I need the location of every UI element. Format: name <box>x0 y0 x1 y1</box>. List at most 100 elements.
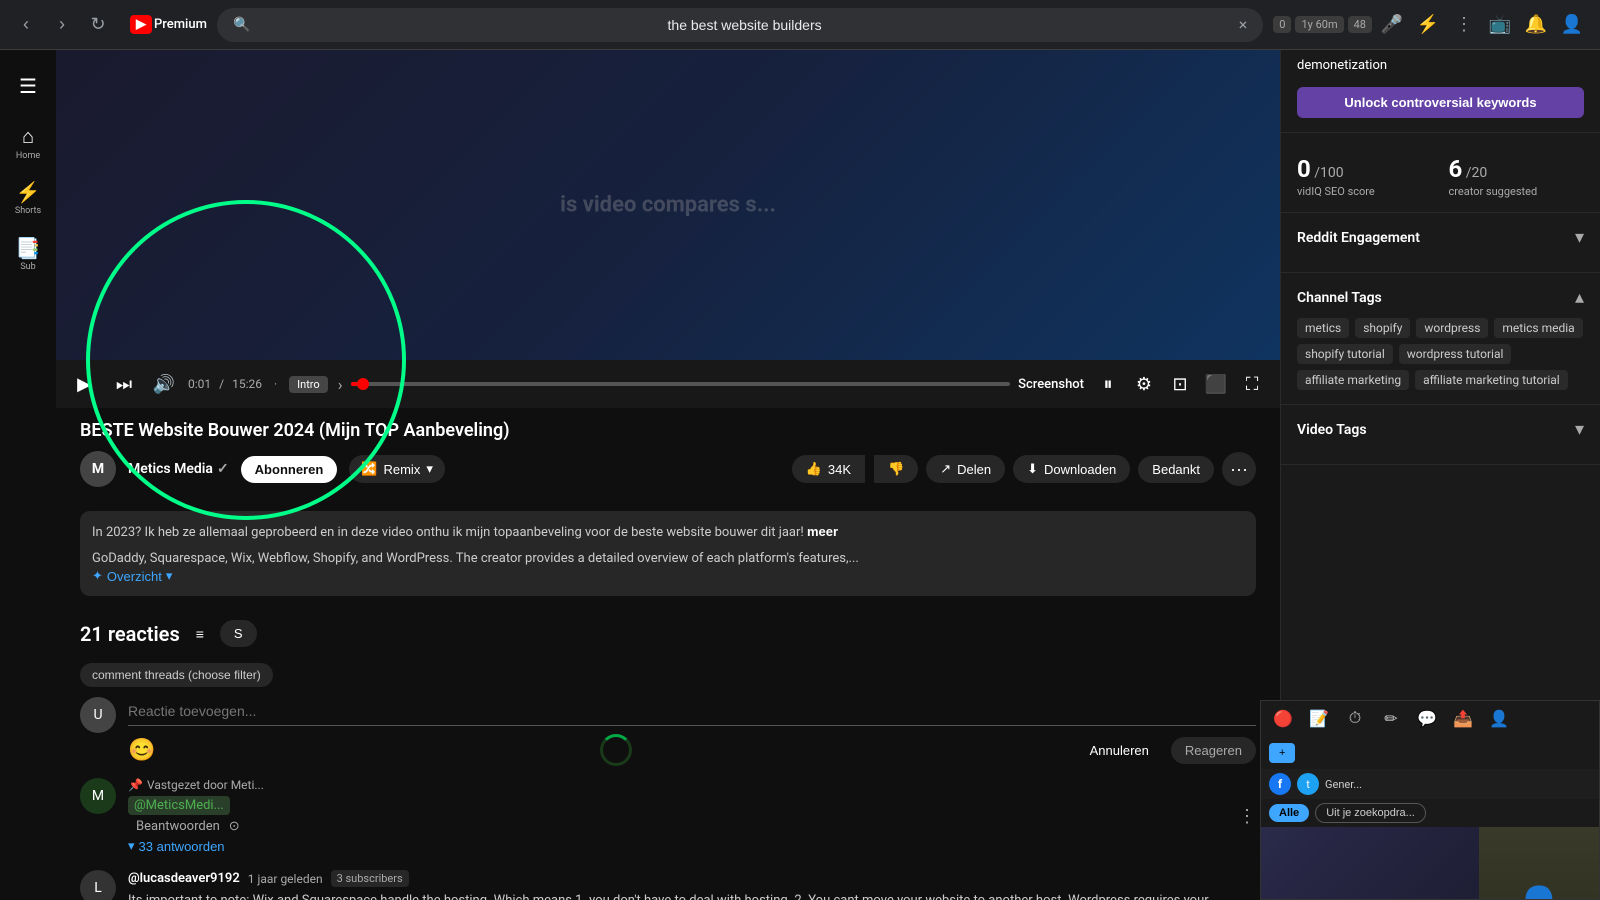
sidebar-item-home[interactable]: ⌂ Home <box>4 118 52 166</box>
filter-button[interactable]: S <box>220 620 257 647</box>
sort-button[interactable]: ≡ <box>196 626 204 642</box>
filter-threads-button[interactable]: comment threads (choose filter) <box>80 663 273 687</box>
video-player[interactable]: is video compares s... <box>56 50 1280 360</box>
action-buttons: 👍 34K 👎 ↗ Delen ⬇ Downloaden <box>792 452 1256 486</box>
unlock-keywords-button[interactable]: Unlock controversial keywords <box>1297 87 1584 118</box>
sidebar-item-menu[interactable]: ☰ <box>4 62 52 110</box>
dislike-icon: 👎 <box>888 461 904 477</box>
preview-share-btn[interactable]: 📤 <box>1449 705 1477 733</box>
theater-btn[interactable]: ⬛ <box>1200 368 1232 400</box>
channel-tags-title: Channel Tags <box>1297 290 1382 306</box>
intro-arrow: › <box>338 375 343 394</box>
video-tags-title: Video Tags <box>1297 422 1367 438</box>
comment-1: L @lucasdeaver9192 1 jaar geleden 3 subs… <box>80 870 1256 900</box>
tag-shopify-tutorial[interactable]: shopify tutorial <box>1297 344 1393 364</box>
preview-comment-btn[interactable]: 💬 <box>1413 705 1441 733</box>
like-icon: 👍 <box>806 461 822 477</box>
progress-bar[interactable] <box>351 382 1011 386</box>
video-tags-collapse-button[interactable]: ▾ <box>1575 419 1584 440</box>
comments-header: 21 reacties ≡ S <box>80 620 1256 647</box>
menu-button[interactable]: ⋮ <box>1448 9 1480 41</box>
tag-metics[interactable]: metics <box>1297 318 1349 338</box>
filter-search-button[interactable]: Uit je zoekopdra... <box>1315 803 1426 823</box>
next-button[interactable]: ⏭ <box>108 368 140 400</box>
reddit-collapse-button[interactable]: ▾ <box>1575 227 1584 248</box>
profile-button[interactable]: 👤 <box>1556 9 1588 41</box>
reload-button[interactable]: ↻ <box>84 11 112 39</box>
preview-edit-btn[interactable]: ✏ <box>1377 705 1405 733</box>
yt-icon: ▶ <box>130 15 152 34</box>
creator-score-item: 6 /20 creator suggested <box>1449 155 1585 198</box>
clear-search-button[interactable]: × <box>1239 15 1248 34</box>
video-player-wrapper: is video compares s... ▶ ⏭ 🔊 0:01 / 15:2… <box>56 50 1280 408</box>
comment-text-1: Its important to note: Wix and Squarespa… <box>128 891 1226 900</box>
social-bar: f t Gener... <box>1261 769 1599 799</box>
tag-shopify[interactable]: shopify <box>1355 318 1410 338</box>
tag-affiliate-marketing[interactable]: affiliate marketing <box>1297 370 1409 390</box>
description-summary: GoDaddy, Squarespace, Wix, Webflow, Shop… <box>92 549 1244 585</box>
comment-more-1[interactable]: ⋮ <box>1238 870 1256 900</box>
shorts-label: Shorts <box>15 206 41 216</box>
video-info: BESTE Website Bouwer 2024 (Mijn TOP Aanb… <box>56 408 1280 499</box>
mic-button[interactable]: 🎤 <box>1376 9 1408 41</box>
channel-name: Metics Media ✓ <box>128 461 229 477</box>
dislike-button[interactable]: 👎 <box>874 455 918 483</box>
vidiq-score-item: 0 /100 vidIQ SEO score <box>1297 155 1433 198</box>
beantwoorden-label-0: Beantwoorden <box>136 819 220 834</box>
score-row: 0 /100 vidIQ SEO score 6 /20 creator sug… <box>1297 155 1584 198</box>
preview-text-btn[interactable]: 📝 <box>1305 705 1333 733</box>
comment-input-row: U 😊 Annuleren Reageren <box>80 697 1256 766</box>
channel-tags-collapse-button[interactable]: ▴ <box>1575 287 1584 308</box>
share-button[interactable]: ↗ Delen <box>926 455 1005 483</box>
meer-button[interactable]: meer <box>807 524 838 539</box>
forward-button[interactable]: › <box>48 11 76 39</box>
tag-affiliate-marketing-tutorial[interactable]: affiliate marketing tutorial <box>1415 370 1568 390</box>
progress-thumb <box>357 378 369 390</box>
extensions-button[interactable]: ⚡ <box>1412 9 1444 41</box>
download-button[interactable]: ⬇ Downloaden <box>1013 455 1130 483</box>
comment-input-wrapper: 😊 Annuleren Reageren <box>128 697 1256 766</box>
preview-clock-btn[interactable]: ⏱ <box>1341 705 1369 733</box>
person-icon: 👤 <box>1514 884 1564 900</box>
play-button[interactable]: ▶ <box>68 368 100 400</box>
notifications-button[interactable]: 🔔 <box>1520 9 1552 41</box>
tag-metics-media[interactable]: metics media <box>1494 318 1582 338</box>
cast-button[interactable]: 📺 <box>1484 9 1516 41</box>
remix-button[interactable]: 🔀 Remix ▾ <box>349 455 445 483</box>
chevron-down-icon: ▾ <box>166 568 173 584</box>
reddit-header: Reddit Engagement ▾ <box>1297 227 1584 248</box>
volume-button[interactable]: 🔊 <box>148 368 180 400</box>
preview-profile-btn[interactable]: 👤 <box>1485 705 1513 733</box>
generate-button[interactable]: + <box>1269 743 1295 763</box>
metics-mention: @MeticsMedi... <box>128 796 230 815</box>
preview-record-btn[interactable]: 🔴 <box>1269 705 1297 733</box>
subscribe-button[interactable]: Abonneren <box>241 456 338 483</box>
time-total: 15:26 <box>232 377 262 391</box>
sidebar-item-shorts[interactable]: ⚡ Shorts <box>4 174 52 222</box>
settings-video-btn[interactable]: ⚙ <box>1128 368 1160 400</box>
annuleren-button[interactable]: Annuleren <box>1076 737 1163 764</box>
reageren-button[interactable]: Reageren <box>1171 737 1256 764</box>
more-options-button[interactable]: ··· <box>1222 452 1256 486</box>
comment-author-1: @lucasdeaver9192 <box>128 871 240 886</box>
like-button[interactable]: 👍 34K <box>792 455 865 483</box>
overzicht-button[interactable]: ✦ Overzicht ▾ <box>92 568 172 584</box>
pause-indicator[interactable]: ⏸ <box>1092 368 1124 400</box>
comment-input[interactable] <box>128 697 1256 726</box>
comment-more-0[interactable]: ⋮ <box>1238 778 1256 854</box>
address-bar[interactable]: 🔍 × <box>217 8 1263 42</box>
show-replies-0[interactable]: ▾ 33 antwoorden <box>128 838 225 854</box>
search-input[interactable] <box>258 17 1230 33</box>
youtube-logo: ▶ Premium <box>130 15 207 34</box>
tag-wordpress-tutorial[interactable]: wordpress tutorial <box>1399 344 1512 364</box>
fullscreen-btn[interactable]: ⛶ <box>1236 368 1268 400</box>
back-button[interactable]: ‹ <box>12 11 40 39</box>
emoji-button[interactable]: 😊 <box>128 737 155 763</box>
filter-all-button[interactable]: Alle <box>1269 804 1309 822</box>
tag-wordpress[interactable]: wordpress <box>1416 318 1488 338</box>
preview-toolbar: 🔴 📝 ⏱ ✏ 💬 📤 👤 <box>1261 701 1599 737</box>
miniplayer-btn[interactable]: ⊡ <box>1164 368 1196 400</box>
save-button[interactable]: Bedankt <box>1138 456 1214 483</box>
sidebar-item-subscriptions[interactable]: 📑 Sub <box>4 230 52 278</box>
vidiq-score-value: 0 /100 <box>1297 155 1433 183</box>
